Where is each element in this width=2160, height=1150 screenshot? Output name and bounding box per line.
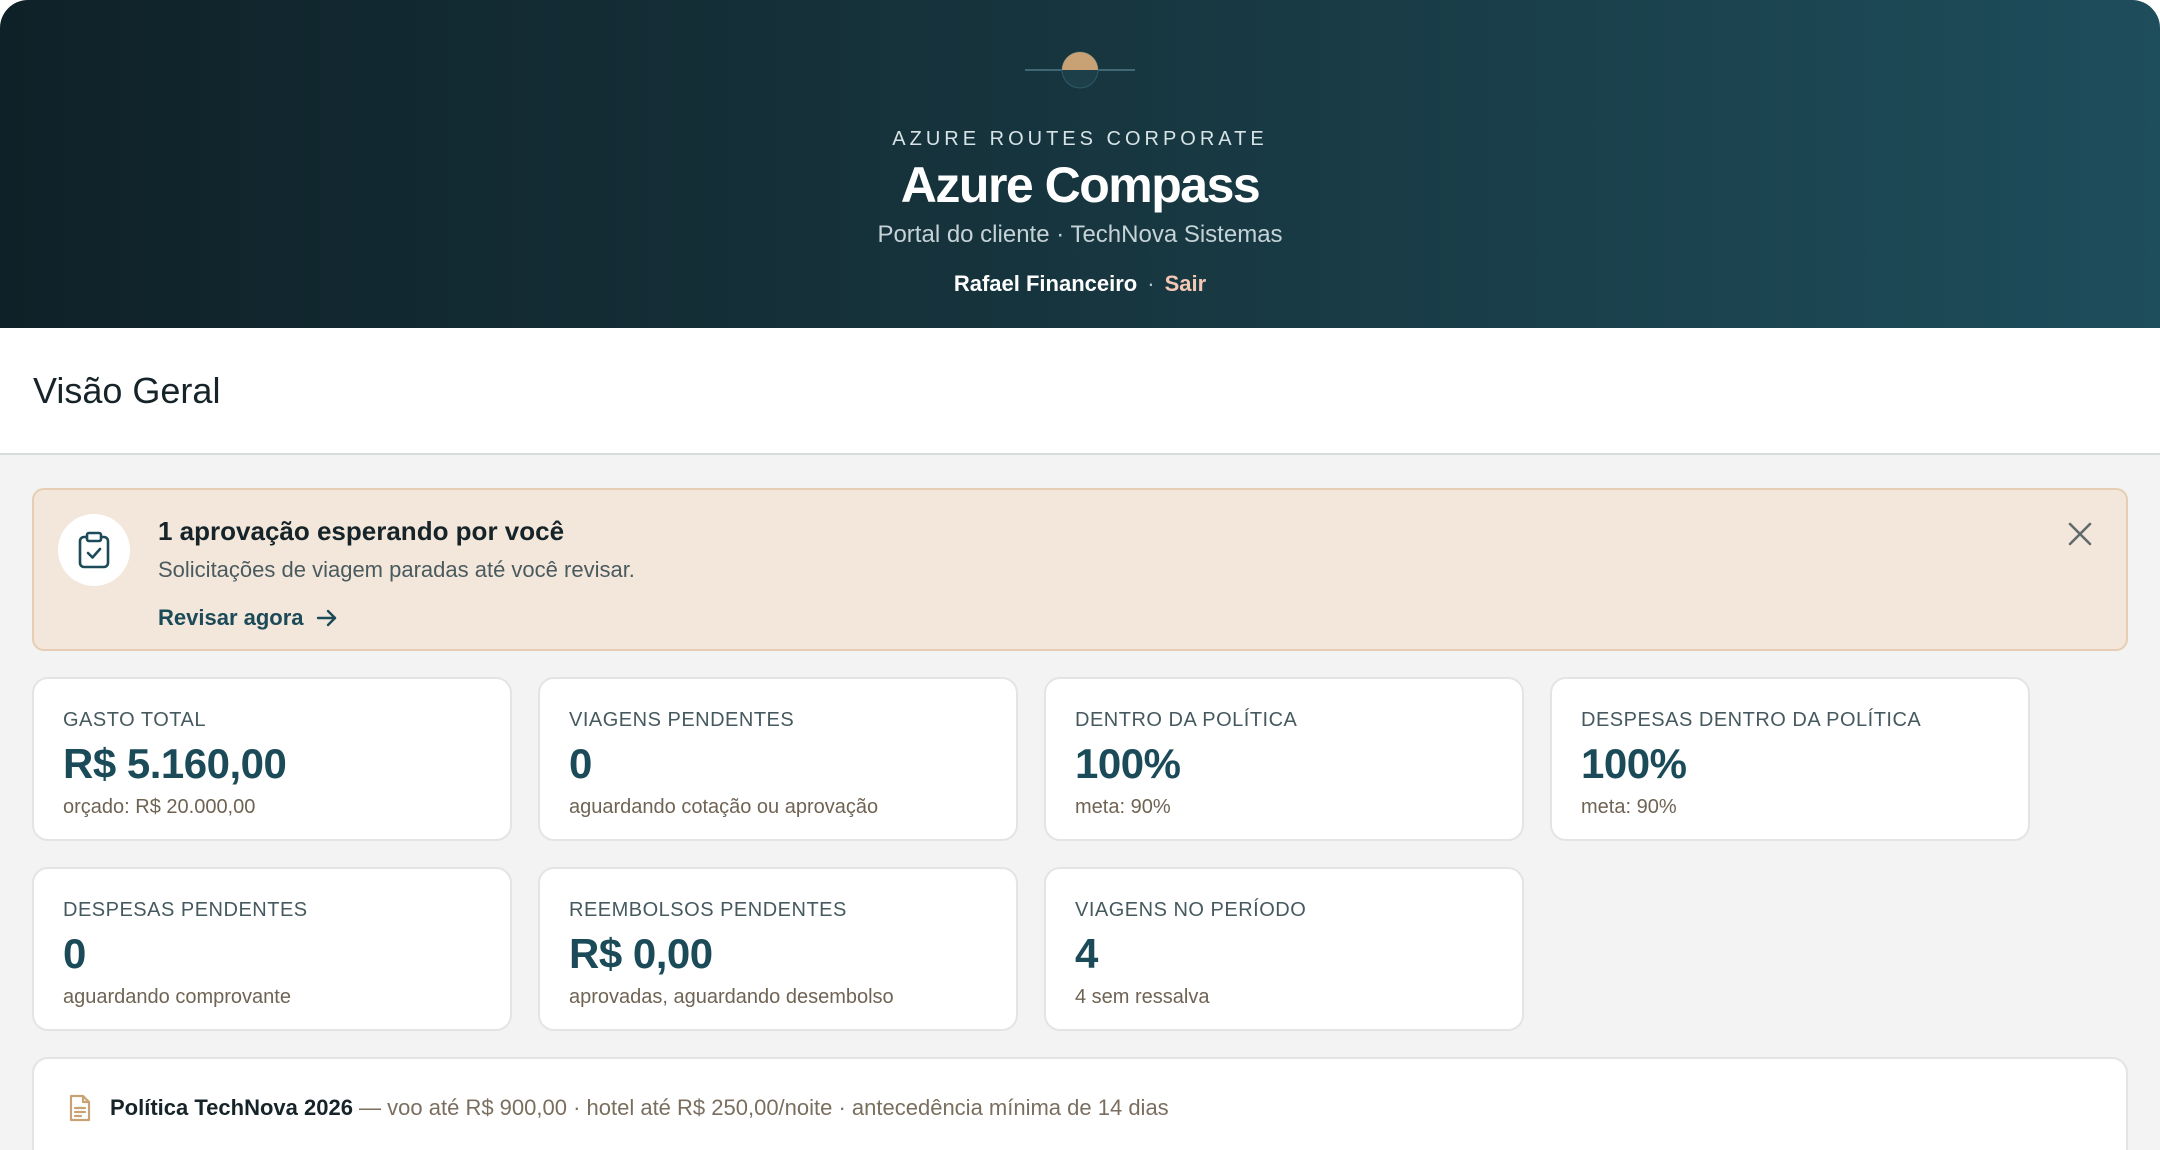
app-title: Azure Compass	[900, 157, 1261, 213]
policy-summary: Política TechNova 2026 — voo até R$ 900,…	[32, 1057, 2128, 1150]
kpi-card-pending-expenses: DESPESAS PENDENTES 0 aguardando comprova…	[32, 867, 512, 1031]
policy-text: Política TechNova 2026 — voo até R$ 900,…	[110, 1095, 1169, 1121]
kpi-card-pending-reimbursements: REEMBOLSOS PENDENTES R$ 0,00 aprovadas, …	[538, 867, 1018, 1031]
document-icon	[69, 1094, 91, 1122]
kpi-value: R$ 5.160,00	[63, 740, 287, 787]
kpi-subtext: orçado: R$ 20.000,00	[63, 796, 256, 818]
clipboard-check-icon	[78, 531, 110, 569]
kpi-label: GASTO TOTAL	[63, 709, 206, 731]
portal-subtitle: Portal do cliente · TechNova Sistemas	[877, 221, 1283, 248]
kpi-subtext: aguardando cotação ou aprovação	[569, 796, 879, 818]
kpi-label: DESPESAS DENTRO DA POLÍTICA	[1581, 709, 1922, 731]
page-title: Visão Geral	[33, 369, 221, 411]
review-now-label: Revisar agora	[158, 605, 304, 630]
kpi-value: 100%	[1075, 740, 1181, 787]
kpi-value: 100%	[1581, 740, 1687, 787]
close-icon[interactable]	[2064, 518, 2096, 550]
kpi-value: 0	[63, 930, 86, 977]
kpi-subtext: aprovadas, aguardando desembolso	[569, 986, 894, 1008]
overview-content: 1 aprovação esperando por você Solicitaç…	[0, 455, 2160, 1150]
kpi-card-pending-trips: VIAGENS PENDENTES 0 aguardando cotação o…	[538, 677, 1018, 841]
kpi-label: VIAGENS PENDENTES	[569, 709, 795, 731]
sun-horizon-icon	[1025, 51, 1135, 89]
logout-link[interactable]: Sair	[1165, 271, 1207, 296]
page-header: Visão Geral	[0, 328, 2160, 455]
portal-header: AZURE ROUTES CORPORATE Azure Compass Por…	[0, 0, 2160, 328]
kpi-value: R$ 0,00	[569, 930, 713, 977]
review-now-link[interactable]: Revisar agora	[158, 605, 338, 631]
alert-description: Solicitações de viagem paradas até você …	[158, 557, 635, 582]
user-bar: Rafael Financeiro · Sair	[0, 271, 2160, 297]
kpi-subtext: meta: 90%	[1075, 796, 1171, 818]
kpi-subtext: 4 sem ressalva	[1075, 986, 1210, 1008]
kpi-grid: GASTO TOTAL R$ 5.160,00 orçado: R$ 20.00…	[32, 677, 2128, 1031]
policy-name: Política TechNova 2026	[110, 1095, 353, 1120]
arrow-right-icon	[316, 609, 336, 627]
user-separator: ·	[1147, 271, 1155, 296]
kpi-subtext: aguardando comprovante	[63, 986, 291, 1008]
kpi-card-trips-in-period: VIAGENS NO PERÍODO 4 4 sem ressalva	[1044, 867, 1524, 1031]
kpi-value: 0	[569, 740, 592, 787]
alert-icon-badge	[58, 514, 130, 586]
company-name: AZURE ROUTES CORPORATE	[892, 128, 1268, 150]
kpi-label: DESPESAS PENDENTES	[63, 899, 308, 921]
kpi-card-in-policy: DENTRO DA POLÍTICA 100% meta: 90%	[1044, 677, 1524, 841]
policy-details: — voo até R$ 900,00 · hotel até R$ 250,0…	[352, 1095, 1169, 1120]
kpi-card-total-spend: GASTO TOTAL R$ 5.160,00 orçado: R$ 20.00…	[32, 677, 512, 841]
user-name: Rafael Financeiro	[953, 271, 1138, 296]
kpi-label: REEMBOLSOS PENDENTES	[569, 899, 847, 921]
kpi-label: VIAGENS NO PERÍODO	[1075, 899, 1307, 921]
kpi-card-expenses-in-policy: DESPESAS DENTRO DA POLÍTICA 100% meta: 9…	[1550, 677, 2030, 841]
alert-title: 1 aprovação esperando por você	[158, 516, 565, 546]
approval-alert: 1 aprovação esperando por você Solicitaç…	[32, 488, 2128, 651]
app-frame: AZURE ROUTES CORPORATE Azure Compass Por…	[0, 0, 2160, 1150]
kpi-subtext: meta: 90%	[1581, 796, 1677, 818]
kpi-label: DENTRO DA POLÍTICA	[1075, 709, 1298, 731]
kpi-value: 4	[1075, 930, 1098, 977]
